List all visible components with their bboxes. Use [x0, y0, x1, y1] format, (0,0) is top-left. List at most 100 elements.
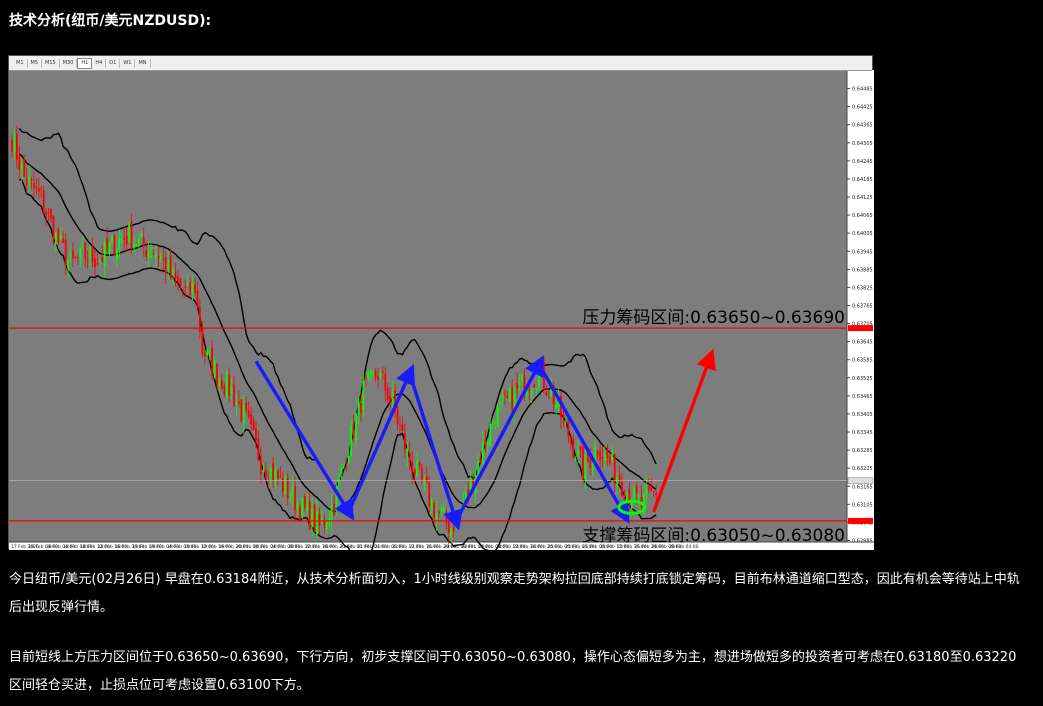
candle-body — [284, 477, 287, 494]
candle-body — [547, 397, 550, 398]
candle-body — [157, 256, 160, 258]
candle-body — [411, 461, 414, 473]
candle-body — [279, 476, 282, 478]
candle-body — [101, 256, 104, 262]
y-tick-label: 0.64425 — [852, 105, 873, 111]
candle-body — [174, 273, 177, 279]
candle-body — [347, 456, 350, 464]
candle-body — [172, 270, 174, 275]
candle-body — [503, 393, 506, 395]
candle-body — [103, 241, 106, 266]
candle-body — [311, 508, 314, 527]
y-tick-label: 0.63945 — [852, 249, 873, 255]
candle-body — [23, 159, 26, 177]
timeframe-button-mn[interactable]: MN — [135, 58, 151, 68]
candle-body — [306, 502, 309, 512]
candle-body — [30, 179, 33, 181]
candle-body — [235, 402, 238, 405]
candle-body — [621, 482, 623, 497]
candle-body — [245, 403, 248, 412]
candle-body — [62, 238, 65, 243]
candle-body — [116, 248, 118, 260]
candle-body — [203, 352, 206, 357]
candle-body — [340, 468, 343, 474]
y-tick-label: 0.63765 — [852, 303, 873, 309]
candle-body — [579, 446, 582, 451]
candle-body — [118, 239, 121, 249]
candle-body — [206, 349, 209, 356]
y-tick-label: 0.63405 — [852, 412, 873, 418]
timeframe-button-h1[interactable]: H1 — [77, 57, 93, 69]
candle-body — [623, 494, 626, 501]
candle-body — [81, 246, 84, 248]
y-tick-label: 0.63885 — [852, 267, 873, 273]
candle-body — [342, 464, 345, 467]
timeframe-button-w1[interactable]: W1 — [120, 58, 136, 68]
candle-body — [452, 526, 455, 532]
candle-body — [323, 521, 326, 526]
candle-body — [379, 372, 382, 377]
candle-body — [155, 253, 157, 258]
pressure-zone-label: 压力筹码区间:0.63650~0.63690 — [582, 308, 845, 328]
candle-body — [567, 419, 570, 437]
candle-body — [145, 250, 148, 257]
candle-body — [440, 509, 443, 512]
candle-body — [589, 458, 592, 468]
candle-body — [374, 370, 377, 379]
timeframe-toolbar: M1 M5 M15 M30 H1 H4 D1 W1 MN — [9, 56, 872, 71]
candle-body — [438, 511, 440, 513]
candle-body — [316, 511, 318, 535]
candle-body — [325, 522, 328, 529]
y-tick-label: 0.64365 — [852, 123, 873, 129]
candle-body — [79, 247, 82, 261]
trend-arrow-blue — [537, 363, 630, 524]
candle-body — [96, 263, 99, 265]
price-chart: 0.64485 0.64425 0.64365 0.64305 0.64245 0.641… — [9, 70, 874, 550]
candle-body — [360, 403, 362, 413]
timeframe-button-m1[interactable]: M1 — [13, 58, 28, 68]
candle-body — [98, 260, 101, 262]
candle-body — [364, 377, 367, 379]
candle-body — [613, 454, 616, 483]
y-tick-label: 0.63345 — [852, 430, 873, 436]
candle-body — [518, 382, 521, 385]
candle-body — [15, 133, 18, 160]
candle-body — [257, 438, 260, 461]
candle-body — [423, 479, 426, 486]
timeframe-button-m30[interactable]: M30 — [60, 58, 78, 68]
candle-body — [655, 492, 658, 495]
candle-body — [264, 468, 267, 478]
timeframe-button-d1[interactable]: D1 — [106, 58, 121, 68]
candle-body — [318, 513, 321, 526]
candle-body — [177, 275, 179, 282]
page-heading: 技术分析(纽币/美元NZDUSD): — [9, 13, 212, 29]
candle-body — [372, 372, 375, 374]
analysis-paragraph-2: 目前短线上方压力区间位于0.63650~0.63690，下行方向，初步支撑区间于… — [9, 650, 1017, 693]
candle-body — [164, 257, 167, 274]
candle-body — [511, 387, 514, 411]
candle-body — [272, 463, 274, 481]
candle-body — [286, 478, 289, 498]
candle-body — [55, 232, 57, 245]
y-tick-label: 0.63105 — [852, 502, 873, 508]
candle-body — [572, 438, 575, 458]
candle-body — [238, 401, 240, 404]
candle-body — [106, 238, 109, 250]
candle-body — [147, 251, 150, 258]
candle-body — [428, 482, 431, 507]
candle-body — [447, 520, 450, 533]
timeframe-button-h4[interactable]: H4 — [92, 58, 107, 68]
candle-body — [377, 376, 379, 381]
candle-body — [391, 392, 394, 404]
candle-body — [401, 423, 404, 432]
candle-body — [435, 511, 438, 521]
candle-body — [545, 392, 548, 396]
timeframe-button-m15[interactable]: M15 — [42, 58, 60, 68]
timeframe-button-m5[interactable]: M5 — [28, 58, 42, 68]
candle-body — [152, 254, 155, 256]
candle-body — [491, 423, 494, 425]
candle-body — [489, 424, 492, 447]
candle-body — [289, 497, 292, 499]
candle-body — [608, 456, 611, 464]
candle-body — [113, 236, 116, 256]
